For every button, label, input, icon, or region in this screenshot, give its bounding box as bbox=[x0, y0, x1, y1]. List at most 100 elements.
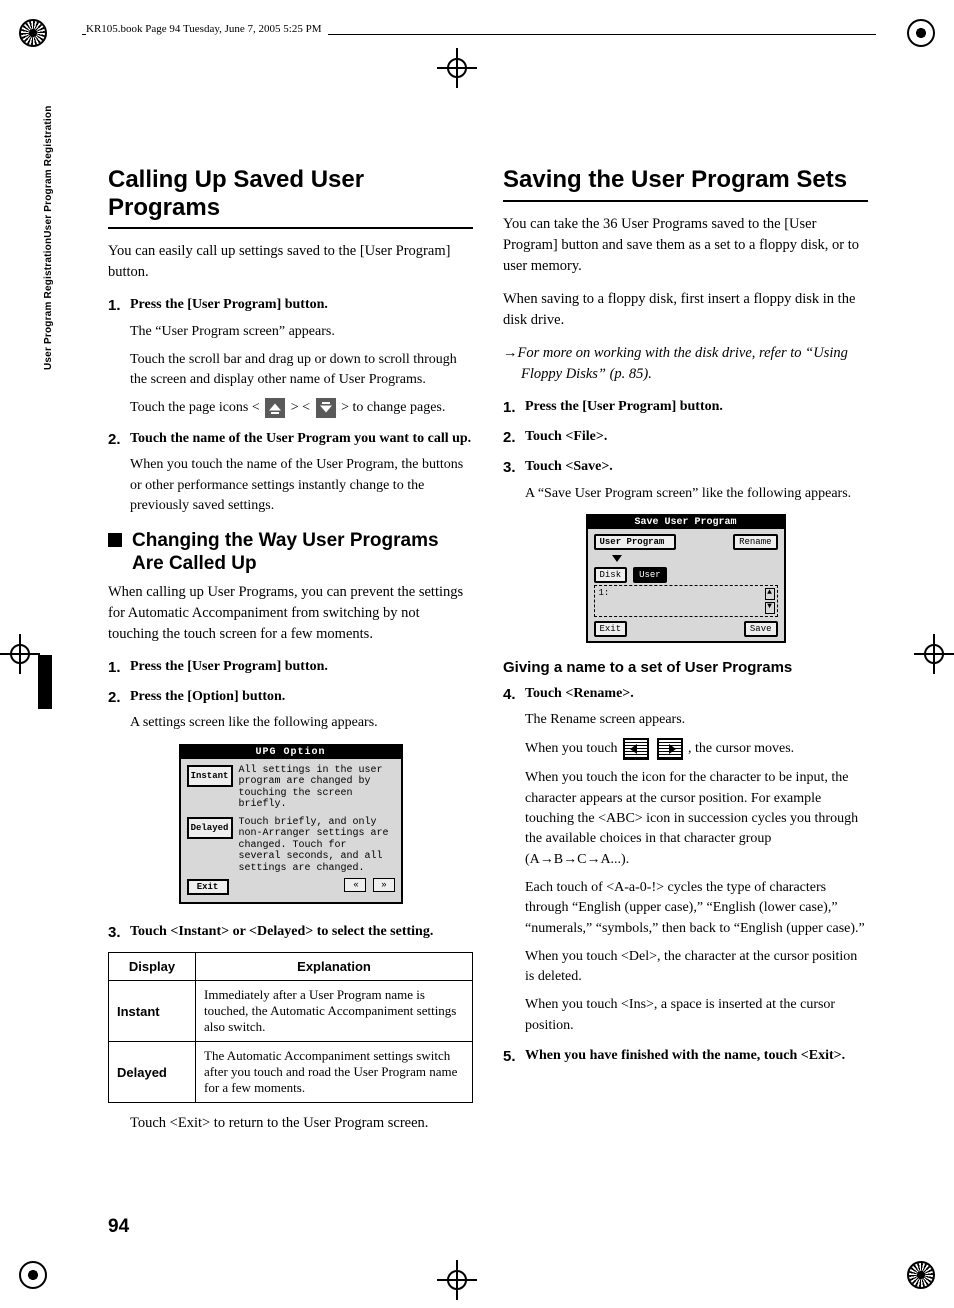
step-2: Touch <File>. bbox=[503, 427, 868, 447]
table-key: Delayed bbox=[109, 1042, 196, 1103]
lcd-page-prev-icon: « bbox=[344, 878, 366, 892]
side-tab-label: User Program RegistrationUser Program Re… bbox=[43, 105, 54, 370]
heading-rule bbox=[503, 200, 868, 202]
table-value: The Automatic Accompaniment settings swi… bbox=[196, 1042, 473, 1103]
step-body: Touch the page icons < > < > to change p… bbox=[130, 398, 473, 419]
scroll-up-icon: ▲ bbox=[765, 588, 775, 600]
xref-text: For more on working with the disk drive,… bbox=[518, 345, 848, 382]
step-body: When you touch , the cursor moves. bbox=[525, 738, 868, 760]
text: When you touch bbox=[525, 742, 621, 757]
intro-text: You can easily call up settings saved to… bbox=[108, 241, 473, 283]
lcd-row-delayed: Delayed Touch briefly, and only non-Arra… bbox=[181, 811, 401, 875]
side-tab-marker bbox=[38, 655, 52, 709]
step-body: Touch the scroll bar and drag up or down… bbox=[130, 350, 473, 391]
table-after-text: Touch <Exit> to return to the User Progr… bbox=[108, 1113, 473, 1134]
lcd-row-instant: Instant All settings in the user program… bbox=[181, 759, 401, 811]
table-row: Instant Immediately after a User Program… bbox=[109, 981, 473, 1042]
lcd-page-next-icon: » bbox=[373, 878, 395, 892]
table-key: Instant bbox=[109, 981, 196, 1042]
step-4: Touch <Rename>. The Rename screen appear… bbox=[503, 684, 868, 1036]
heading-rule bbox=[108, 227, 473, 229]
step-title: Press the [User Program] button. bbox=[130, 659, 328, 674]
side-tab-label-wrap: User Program RegistrationUser Program Re… bbox=[38, 90, 54, 370]
crop-mark-top-left bbox=[15, 15, 51, 51]
table-header-explanation: Explanation bbox=[196, 953, 473, 981]
lcd2-save-button: Save bbox=[744, 621, 778, 637]
heading-saving-sets: Saving the User Program Sets bbox=[503, 166, 868, 194]
text: > < bbox=[291, 401, 314, 416]
step-title: Press the [User Program] button. bbox=[525, 399, 723, 414]
column-right: Saving the User Program Sets You can tak… bbox=[503, 166, 868, 1222]
table-value: Immediately after a User Program name is… bbox=[196, 981, 473, 1042]
registration-mark-left bbox=[0, 634, 40, 674]
step-title: Press the [Option] button. bbox=[130, 689, 285, 704]
scroll-down-icon: ▼ bbox=[765, 602, 775, 614]
registration-mark-bottom bbox=[437, 1260, 477, 1300]
instant-delayed-table: Display Explanation Instant Immediately … bbox=[108, 952, 473, 1103]
heading-changing-way: Changing the Way User Programs Are Calle… bbox=[108, 530, 473, 576]
page-number: 94 bbox=[108, 1216, 129, 1238]
steps-rename: Touch <Rename>. The Rename screen appear… bbox=[503, 684, 868, 1066]
upg-option-screen: UPG Option Instant All settings in the u… bbox=[179, 744, 403, 905]
right-xref: →For more on working with the disk drive… bbox=[503, 343, 868, 385]
right-p1: You can take the 36 User Programs saved … bbox=[503, 214, 868, 277]
crop-mark-bottom-left bbox=[15, 1257, 51, 1293]
steps-changing-way: Press the [User Program] button. Press t… bbox=[108, 657, 473, 734]
step-body: The Rename screen appears. bbox=[525, 710, 868, 730]
step-title: Touch <File>. bbox=[525, 429, 607, 444]
right-p2: When saving to a floppy disk, first inse… bbox=[503, 289, 868, 331]
running-header-text: KR105.book Page 94 Tuesday, June 7, 2005… bbox=[86, 23, 328, 35]
lcd2-list: 1: ▲ ▼ bbox=[594, 585, 778, 617]
save-user-program-screen: Save User Program User Program Rename Di… bbox=[586, 514, 786, 643]
step-body: A “Save User Program screen” like the fo… bbox=[525, 484, 868, 504]
step-title: When you have finished with the name, to… bbox=[525, 1048, 845, 1063]
lcd2-rename-button: Rename bbox=[733, 534, 777, 550]
lcd2-scrollbar: ▲ ▼ bbox=[765, 588, 775, 614]
steps-changing-way-cont: Touch <Instant> or <Delayed> to select t… bbox=[108, 922, 473, 942]
lcd2-disk-button: Disk bbox=[594, 567, 628, 583]
step-1: Press the [User Program] button. bbox=[108, 657, 473, 677]
crop-mark-top-right bbox=[903, 15, 939, 51]
lcd-title: UPG Option bbox=[181, 746, 401, 759]
lcd2-name-field: User Program bbox=[594, 534, 676, 550]
arrow-right-icon: → bbox=[503, 345, 518, 361]
lcd2-line-name: User Program Rename bbox=[588, 529, 784, 550]
cursor-left-icon bbox=[623, 738, 649, 760]
crop-mark-bottom-right bbox=[903, 1257, 939, 1293]
step-title: Touch <Save>. bbox=[525, 459, 613, 474]
step-body: A settings screen like the following app… bbox=[130, 713, 473, 733]
step-3: Touch <Instant> or <Delayed> to select t… bbox=[108, 922, 473, 942]
step-body: When you touch <Ins>, a space is inserte… bbox=[525, 995, 868, 1036]
step-title: Press the [User Program] button. bbox=[130, 297, 328, 312]
lcd2-exit-button: Exit bbox=[594, 621, 628, 637]
step-2: Touch the name of the User Program you w… bbox=[108, 429, 473, 516]
lcd2-slot: 1: bbox=[599, 588, 610, 598]
sub-intro: When calling up User Programs, you can p… bbox=[108, 582, 473, 645]
lcd2-title: Save User Program bbox=[588, 516, 784, 529]
text: Touch the page icons < bbox=[130, 401, 263, 416]
lcd-exit-button: Exit bbox=[187, 879, 229, 895]
step-5: When you have finished with the name, to… bbox=[503, 1046, 868, 1066]
heading-giving-name: Giving a name to a set of User Programs bbox=[503, 659, 868, 676]
step-2: Press the [Option] button. A settings sc… bbox=[108, 687, 473, 734]
step-title: Touch <Instant> or <Delayed> to select t… bbox=[130, 924, 433, 939]
registration-mark-right bbox=[914, 634, 954, 674]
step-body: When you touch <Del>, the character at t… bbox=[525, 947, 868, 988]
lcd-delayed-button: Delayed bbox=[187, 817, 233, 839]
lcd-footer: Exit « » bbox=[181, 874, 401, 896]
lcd-delayed-desc: Touch briefly, and only non-Arranger set… bbox=[239, 817, 395, 875]
lcd2-footer: Exit Save bbox=[588, 617, 784, 637]
step-title: Touch the name of the User Program you w… bbox=[130, 431, 471, 446]
page-down-icon bbox=[316, 398, 336, 418]
step-title: Touch <Rename>. bbox=[525, 686, 634, 701]
step-1: Press the [User Program] button. The “Us… bbox=[108, 295, 473, 419]
cursor-right-icon bbox=[657, 738, 683, 760]
steps-calling-up: Press the [User Program] button. The “Us… bbox=[108, 295, 473, 516]
step-3: Touch <Save>. A “Save User Program scree… bbox=[503, 457, 868, 504]
step-body: When you touch the name of the User Prog… bbox=[130, 455, 473, 516]
table-header-display: Display bbox=[109, 953, 196, 981]
step-body: Each touch of <A-a-0-!> cycles the type … bbox=[525, 878, 868, 939]
lcd2-line-dest: Disk User bbox=[588, 562, 784, 583]
text: > to change pages. bbox=[341, 401, 445, 416]
step-1: Press the [User Program] button. bbox=[503, 397, 868, 417]
